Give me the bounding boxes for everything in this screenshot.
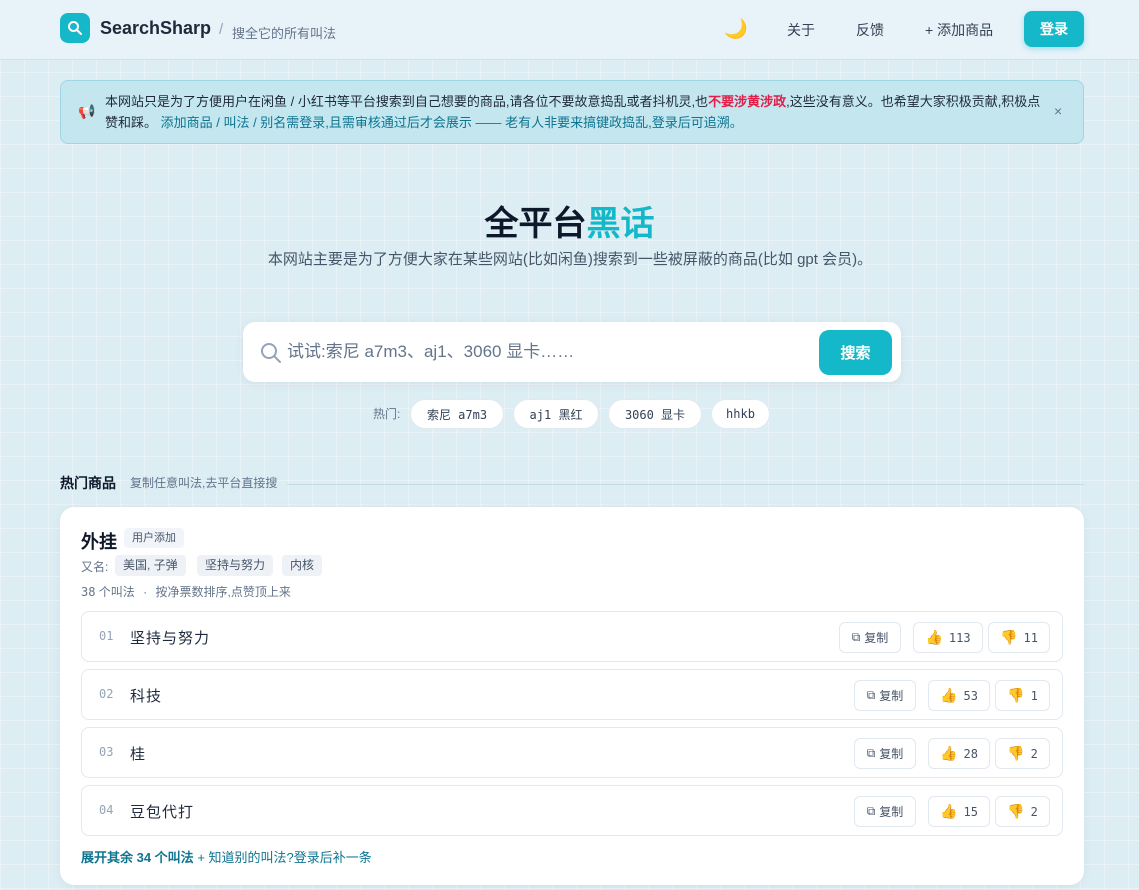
- row-number: 04: [99, 803, 114, 817]
- megaphone-icon: 📢: [78, 103, 96, 119]
- upvote-count: 113: [948, 630, 971, 645]
- thumbs-up-icon: 👍: [940, 803, 958, 820]
- downvote-button[interactable]: 👎 11: [988, 622, 1050, 653]
- divider: [287, 484, 1084, 485]
- section-subtitle: 复制任意叫法,去平台直接搜: [130, 476, 278, 490]
- page-subtitle: 本网站主要是为了方便大家在某些网站(比如闲鱼)搜索到一些被屏蔽的商品(比如 gp…: [267, 251, 873, 268]
- upvote-button[interactable]: 👍 53: [928, 680, 990, 711]
- nav-about[interactable]: 关于: [787, 20, 815, 40]
- downvote-button[interactable]: 👎 2: [995, 796, 1050, 827]
- brand-name[interactable]: SearchSharp: [100, 18, 211, 39]
- notice-login-note: 添加商品 / 叫法 / 别名需登录,且需审核通过后才会展示 —— 老有人非要来搞…: [160, 115, 743, 130]
- page-title: 全平台黑话: [0, 196, 1139, 245]
- top-bar: SearchSharp / 搜全它的所有叫法 🌙 关于 反馈 + 添加商品 登录: [0, 0, 1139, 60]
- hot-chip[interactable]: 3060 显卡: [608, 399, 702, 429]
- add-name-link[interactable]: + 知道别的叫法?登录后补一条: [197, 850, 371, 865]
- row-name: 豆包代打: [130, 804, 195, 821]
- search-icon: [261, 343, 281, 363]
- alias-tag: 内核: [282, 555, 323, 576]
- list-item: 04 豆包代打 ⧉ 复制 👍 15 👎 2: [81, 785, 1063, 836]
- brand-separator: /: [219, 21, 224, 38]
- sort-note: 按净票数排序,点赞顶上来: [155, 585, 291, 599]
- meta-dot: ·: [143, 585, 148, 599]
- expand-link[interactable]: 展开其余 34 个叫法: [81, 850, 194, 865]
- downvote-button[interactable]: 👎 2: [995, 738, 1050, 769]
- copy-icon: ⧉: [866, 688, 876, 702]
- notice-warning: 不要涉黄涉政: [708, 94, 787, 109]
- login-button[interactable]: 登录: [1024, 11, 1084, 47]
- upvote-count: 53: [963, 688, 978, 703]
- page-title-main: 全平台: [484, 205, 587, 243]
- downvote-count: 11: [1023, 630, 1038, 645]
- search-icon: [68, 21, 82, 35]
- thumbs-up-icon: 👍: [940, 745, 958, 762]
- copy-label: 复制: [879, 689, 904, 703]
- status-badge: 用户添加: [124, 528, 184, 548]
- thumbs-down-icon: 👎: [1007, 687, 1025, 704]
- upvote-button[interactable]: 👍 28: [928, 738, 990, 769]
- brand-tagline: 搜全它的所有叫法: [232, 26, 337, 41]
- copy-button[interactable]: ⧉ 复制: [854, 738, 916, 769]
- copy-button[interactable]: ⧉ 复制: [854, 796, 916, 827]
- logo[interactable]: [60, 13, 90, 43]
- expand-more: 展开其余 34 个叫法 + 知道别的叫法?登录后补一条: [81, 847, 372, 866]
- thumbs-up-icon: 👍: [940, 687, 958, 704]
- search-input[interactable]: [287, 338, 807, 366]
- row-name: 坚持与努力: [130, 630, 211, 647]
- upvote-count: 28: [963, 746, 978, 761]
- thumbs-down-icon: 👎: [1000, 629, 1018, 646]
- row-number: 01: [99, 629, 114, 643]
- alias-tag: 坚持与努力: [197, 555, 274, 576]
- downvote-count: 2: [1030, 746, 1038, 761]
- row-name: 桂: [130, 746, 147, 763]
- copy-icon: ⧉: [866, 804, 876, 818]
- upvote-count: 15: [963, 804, 978, 819]
- close-icon[interactable]: ×: [1054, 103, 1062, 119]
- upvote-button[interactable]: 👍 15: [928, 796, 990, 827]
- notice-text: 本网站只是为了方便用户在闲鱼 / 小红书等平台搜索到自己想要的商品,请各位不要故…: [105, 91, 1045, 133]
- thumbs-down-icon: 👎: [1007, 803, 1025, 820]
- page-title-accent: 黑话: [586, 205, 655, 243]
- hot-chip[interactable]: aj1 黑红: [513, 399, 599, 429]
- thumbs-down-icon: 👎: [1007, 745, 1025, 762]
- search-button[interactable]: 搜索: [819, 330, 892, 375]
- row-number: 03: [99, 745, 114, 759]
- notice-text-part: 本网站只是为了方便用户在闲鱼 / 小红书等平台搜索到自己想要的商品,请各位不要故…: [105, 94, 709, 109]
- alias-label: 又名:: [81, 560, 109, 574]
- hot-chip[interactable]: hhkb: [711, 399, 770, 429]
- downvote-count: 1: [1030, 688, 1038, 703]
- row-number: 02: [99, 687, 114, 701]
- moon-icon[interactable]: 🌙: [724, 17, 748, 41]
- downvote-button[interactable]: 👎 1: [995, 680, 1050, 711]
- product-meta: 38 个叫法 · 按净票数排序,点赞顶上来: [81, 583, 291, 600]
- name-count-label: 个叫法: [98, 585, 135, 599]
- list-item: 02 科技 ⧉ 复制 👍 53 👎 1: [81, 669, 1063, 720]
- search-box: 搜索: [243, 322, 901, 382]
- hot-label: 热门:: [373, 407, 401, 421]
- name-count: 38: [81, 585, 96, 599]
- list-item: 01 坚持与努力 ⧉ 复制 👍 113 👎 11: [81, 611, 1063, 662]
- copy-icon: ⧉: [866, 746, 876, 760]
- nav-feedback[interactable]: 反馈: [856, 20, 884, 40]
- copy-button[interactable]: ⧉ 复制: [839, 622, 901, 653]
- product-title[interactable]: 外挂: [81, 528, 117, 554]
- nav-add-product[interactable]: + 添加商品: [925, 20, 993, 40]
- copy-label: 复制: [864, 631, 889, 645]
- downvote-count: 2: [1030, 804, 1038, 819]
- product-card: 外挂 用户添加 又名: 美国, 子弹 坚持与努力 内核 38 个叫法 · 按净票…: [60, 507, 1084, 885]
- copy-icon: ⧉: [851, 630, 861, 644]
- notice-banner: 📢 本网站只是为了方便用户在闲鱼 / 小红书等平台搜索到自己想要的商品,请各位不…: [60, 80, 1084, 144]
- copy-label: 复制: [879, 805, 904, 819]
- list-item: 03 桂 ⧉ 复制 👍 28 👎 2: [81, 727, 1063, 778]
- section-title: 热门商品: [60, 475, 116, 491]
- upvote-button[interactable]: 👍 113: [913, 622, 983, 653]
- copy-label: 复制: [879, 747, 904, 761]
- hot-chip[interactable]: 索尼 a7m3: [410, 399, 504, 429]
- thumbs-up-icon: 👍: [925, 629, 943, 646]
- copy-button[interactable]: ⧉ 复制: [854, 680, 916, 711]
- row-name: 科技: [130, 688, 163, 705]
- alias-tag: 美国, 子弹: [115, 555, 186, 576]
